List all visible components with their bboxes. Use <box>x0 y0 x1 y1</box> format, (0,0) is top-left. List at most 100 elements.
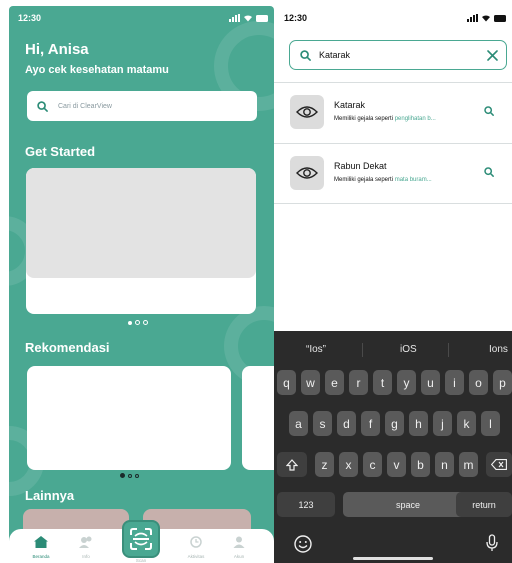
search-input[interactable]: Katarak <box>319 50 487 60</box>
key[interactable]: p <box>493 370 512 395</box>
carousel-dot[interactable] <box>135 473 139 478</box>
carousel-dot[interactable] <box>128 320 132 325</box>
result-title: Katarak <box>334 100 366 110</box>
carousel-dot[interactable] <box>135 320 140 325</box>
result-thumbnail <box>290 95 324 129</box>
key[interactable]: r <box>349 370 368 395</box>
key[interactable]: d <box>337 411 356 436</box>
carousel-indicator <box>128 320 148 325</box>
carousel-dot[interactable] <box>143 320 148 325</box>
scan-button[interactable] <box>122 520 160 558</box>
divider <box>274 203 512 204</box>
nav-beranda[interactable]: Beranda <box>23 535 59 559</box>
status-bar: 12:30 <box>284 11 506 25</box>
suggestion[interactable]: iOS <box>400 344 417 355</box>
key[interactable]: f <box>361 411 380 436</box>
key[interactable]: g <box>385 411 404 436</box>
result-item[interactable]: Rabun Dekat Memiliki gejala seperti mata… <box>274 145 512 203</box>
key[interactable]: m <box>459 452 478 477</box>
recommendation-card[interactable] <box>242 366 274 470</box>
shift-key[interactable] <box>277 452 307 477</box>
space-key[interactable]: space <box>343 492 473 517</box>
suggestion[interactable]: Ions <box>489 344 508 355</box>
key[interactable]: n <box>435 452 454 477</box>
close-icon[interactable] <box>487 49 498 61</box>
key[interactable]: b <box>411 452 430 477</box>
key[interactable]: v <box>387 452 406 477</box>
divider <box>274 143 512 144</box>
nav-label: Beranda <box>32 554 50 559</box>
clock-icon <box>190 536 202 548</box>
home-icon <box>34 536 48 548</box>
result-description: Memiliki gejala seperti penglihatan b... <box>334 116 436 122</box>
key[interactable]: e <box>325 370 344 395</box>
nav-label: Akun <box>233 554 245 559</box>
key[interactable]: c <box>363 452 382 477</box>
nav-label: Scan <box>135 558 147 563</box>
battery-icon <box>256 14 268 22</box>
status-bar: 12:30 <box>18 11 268 25</box>
search-icon[interactable] <box>484 167 494 177</box>
result-desc-highlight: penglihatan b... <box>394 116 436 122</box>
greeting-subtitle: Ayo cek kesehatan matamu <box>25 64 169 76</box>
recommendation-card[interactable] <box>27 366 231 470</box>
carousel-dot[interactable] <box>120 473 125 478</box>
user-icon <box>233 536 245 548</box>
search-icon <box>300 49 311 61</box>
result-desc-highlight: mata buram... <box>394 177 432 183</box>
key[interactable]: q <box>277 370 296 395</box>
result-desc-text: Memiliki gejala seperti <box>334 177 395 183</box>
wifi-icon <box>482 15 490 22</box>
screen: 12:30 Hi, Anisa Ayo cek kesehatan matamu… <box>0 0 512 563</box>
carousel-dot[interactable] <box>128 473 132 478</box>
key[interactable]: h <box>409 411 428 436</box>
recommendation-indicator <box>120 473 139 478</box>
numbers-key[interactable]: 123 <box>277 492 335 517</box>
emoji-icon[interactable] <box>294 535 312 553</box>
key[interactable]: z <box>315 452 334 477</box>
nav-aktivitas[interactable]: Aktivitas <box>178 535 214 559</box>
key[interactable]: i <box>445 370 464 395</box>
key[interactable]: a <box>289 411 308 436</box>
key[interactable]: y <box>397 370 416 395</box>
result-title: Rabun Dekat <box>334 161 387 171</box>
signal-icon <box>229 14 240 22</box>
section-title-rekomendasi: Rekomendasi <box>25 340 110 355</box>
key[interactable]: s <box>313 411 332 436</box>
signal-icon <box>467 14 478 22</box>
nav-label: Aktivitas <box>187 554 205 559</box>
return-key[interactable]: return <box>456 492 512 517</box>
greeting: Hi, Anisa <box>25 41 89 58</box>
shift-icon <box>286 458 298 471</box>
card-image-placeholder <box>26 168 256 278</box>
microphone-icon[interactable] <box>486 534 498 552</box>
key[interactable]: l <box>481 411 500 436</box>
nav-info[interactable]: Info <box>68 535 104 559</box>
home-screen: 12:30 Hi, Anisa Ayo cek kesehatan matamu… <box>9 6 274 563</box>
result-desc-text: Memiliki gejala seperti <box>334 116 395 122</box>
suggestion-divider <box>448 343 449 357</box>
key[interactable]: w <box>301 370 320 395</box>
search-icon[interactable] <box>484 106 494 116</box>
status-time: 12:30 <box>18 13 42 23</box>
keyboard: “Ios” iOS Ions q w e r t y u i o p a s d… <box>274 331 512 563</box>
search-bar[interactable]: Cari di ClearView <box>27 91 257 121</box>
eye-icon <box>296 106 318 118</box>
result-item[interactable]: Katarak Memiliki gejala seperti pengliha… <box>274 84 512 142</box>
key[interactable]: k <box>457 411 476 436</box>
suggestion[interactable]: “Ios” <box>306 344 326 355</box>
delete-key[interactable] <box>486 452 512 477</box>
key[interactable]: x <box>339 452 358 477</box>
nav-label: Info <box>82 554 90 559</box>
get-started-card[interactable] <box>26 168 256 314</box>
key[interactable]: u <box>421 370 440 395</box>
nav-akun[interactable]: Akun <box>221 535 257 559</box>
divider <box>274 82 512 83</box>
key[interactable]: t <box>373 370 392 395</box>
search-field[interactable]: Katarak <box>289 40 507 70</box>
key[interactable]: j <box>433 411 452 436</box>
battery-icon <box>494 14 506 22</box>
key[interactable]: o <box>469 370 488 395</box>
search-screen: 12:30 Katarak Katarak Memiliki gejala se… <box>274 6 512 563</box>
scan-icon <box>130 528 152 550</box>
